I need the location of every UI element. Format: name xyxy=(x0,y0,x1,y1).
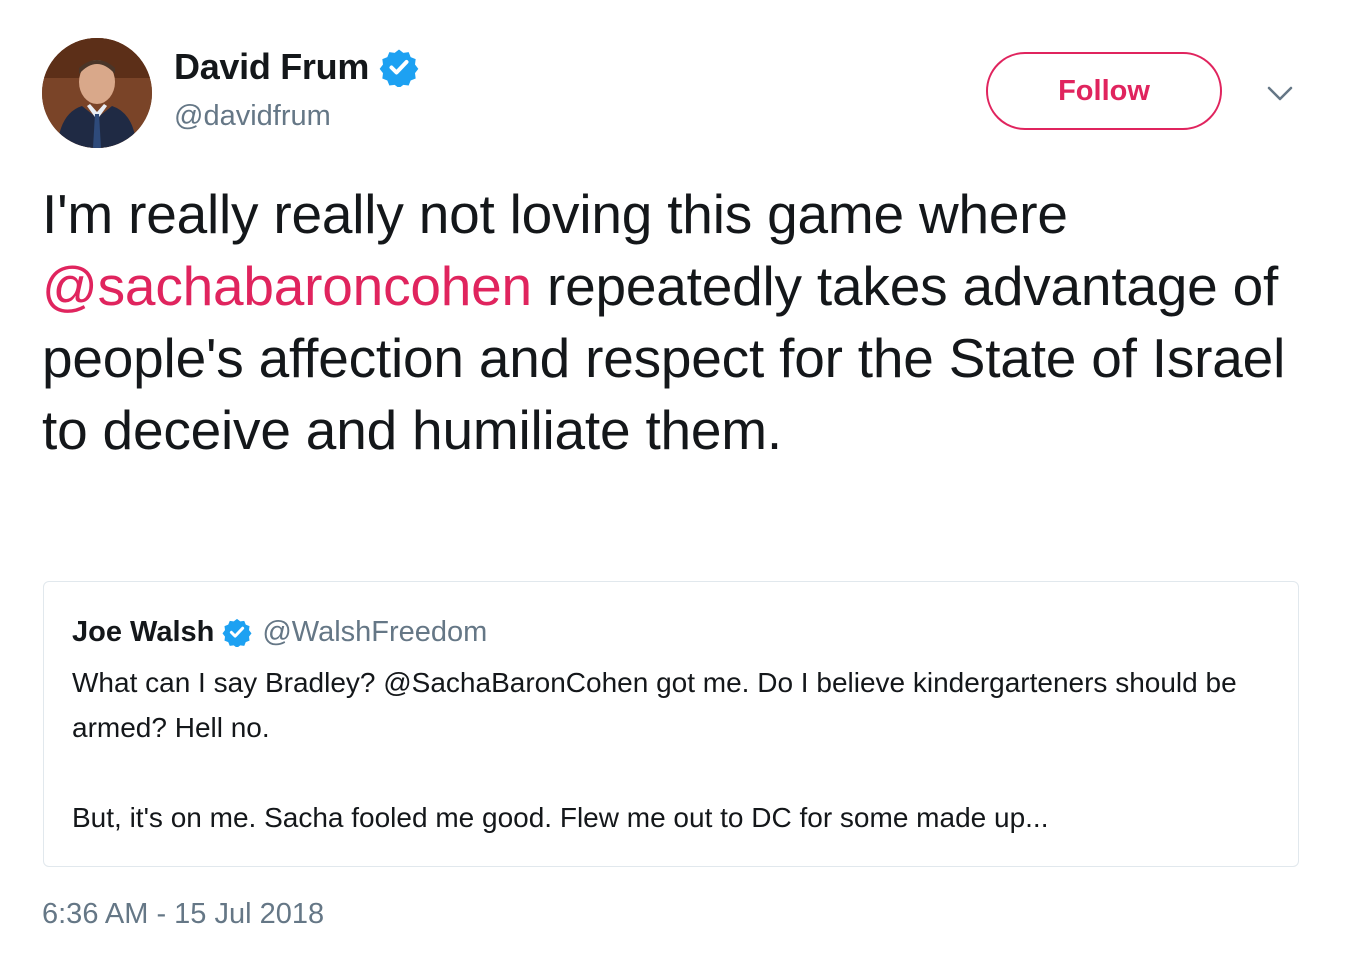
mention-link[interactable]: @sachabaroncohen xyxy=(42,255,532,317)
profile-photo-icon xyxy=(42,38,152,148)
quoted-tweet-text-1: What can I say Bradley? @SachaBaronCohen… xyxy=(72,667,1237,743)
author-avatar[interactable] xyxy=(42,38,152,148)
quoted-author-name: Joe Walsh xyxy=(72,615,215,648)
verified-badge-icon xyxy=(379,47,419,89)
follow-button[interactable]: Follow xyxy=(986,52,1222,130)
quoted-tweet[interactable]: Joe Walsh @WalshFreedom What can I say B… xyxy=(43,581,1299,867)
verified-badge-icon xyxy=(222,617,252,648)
tweet-timestamp[interactable]: 6:36 AM - 15 Jul 2018 xyxy=(42,898,324,931)
author-name[interactable]: David Frum xyxy=(174,46,369,88)
tweet-text: I'm really really not loving this game w… xyxy=(42,178,1302,466)
author-handle[interactable]: @davidfrum xyxy=(174,100,331,133)
tweet-text-start: I'm really really not loving this game w… xyxy=(42,183,1068,245)
quoted-author-handle: @WalshFreedom xyxy=(262,615,488,648)
quoted-tweet-text-2: But, it's on me. Sacha fooled me good. F… xyxy=(72,802,1049,833)
quoted-tweet-header: Joe Walsh @WalshFreedom xyxy=(72,612,487,652)
author-name-row: David Frum xyxy=(174,44,419,90)
tweet-card: David Frum @davidfrum Follow I'm really … xyxy=(0,0,1359,955)
chevron-down-icon[interactable] xyxy=(1262,78,1298,108)
